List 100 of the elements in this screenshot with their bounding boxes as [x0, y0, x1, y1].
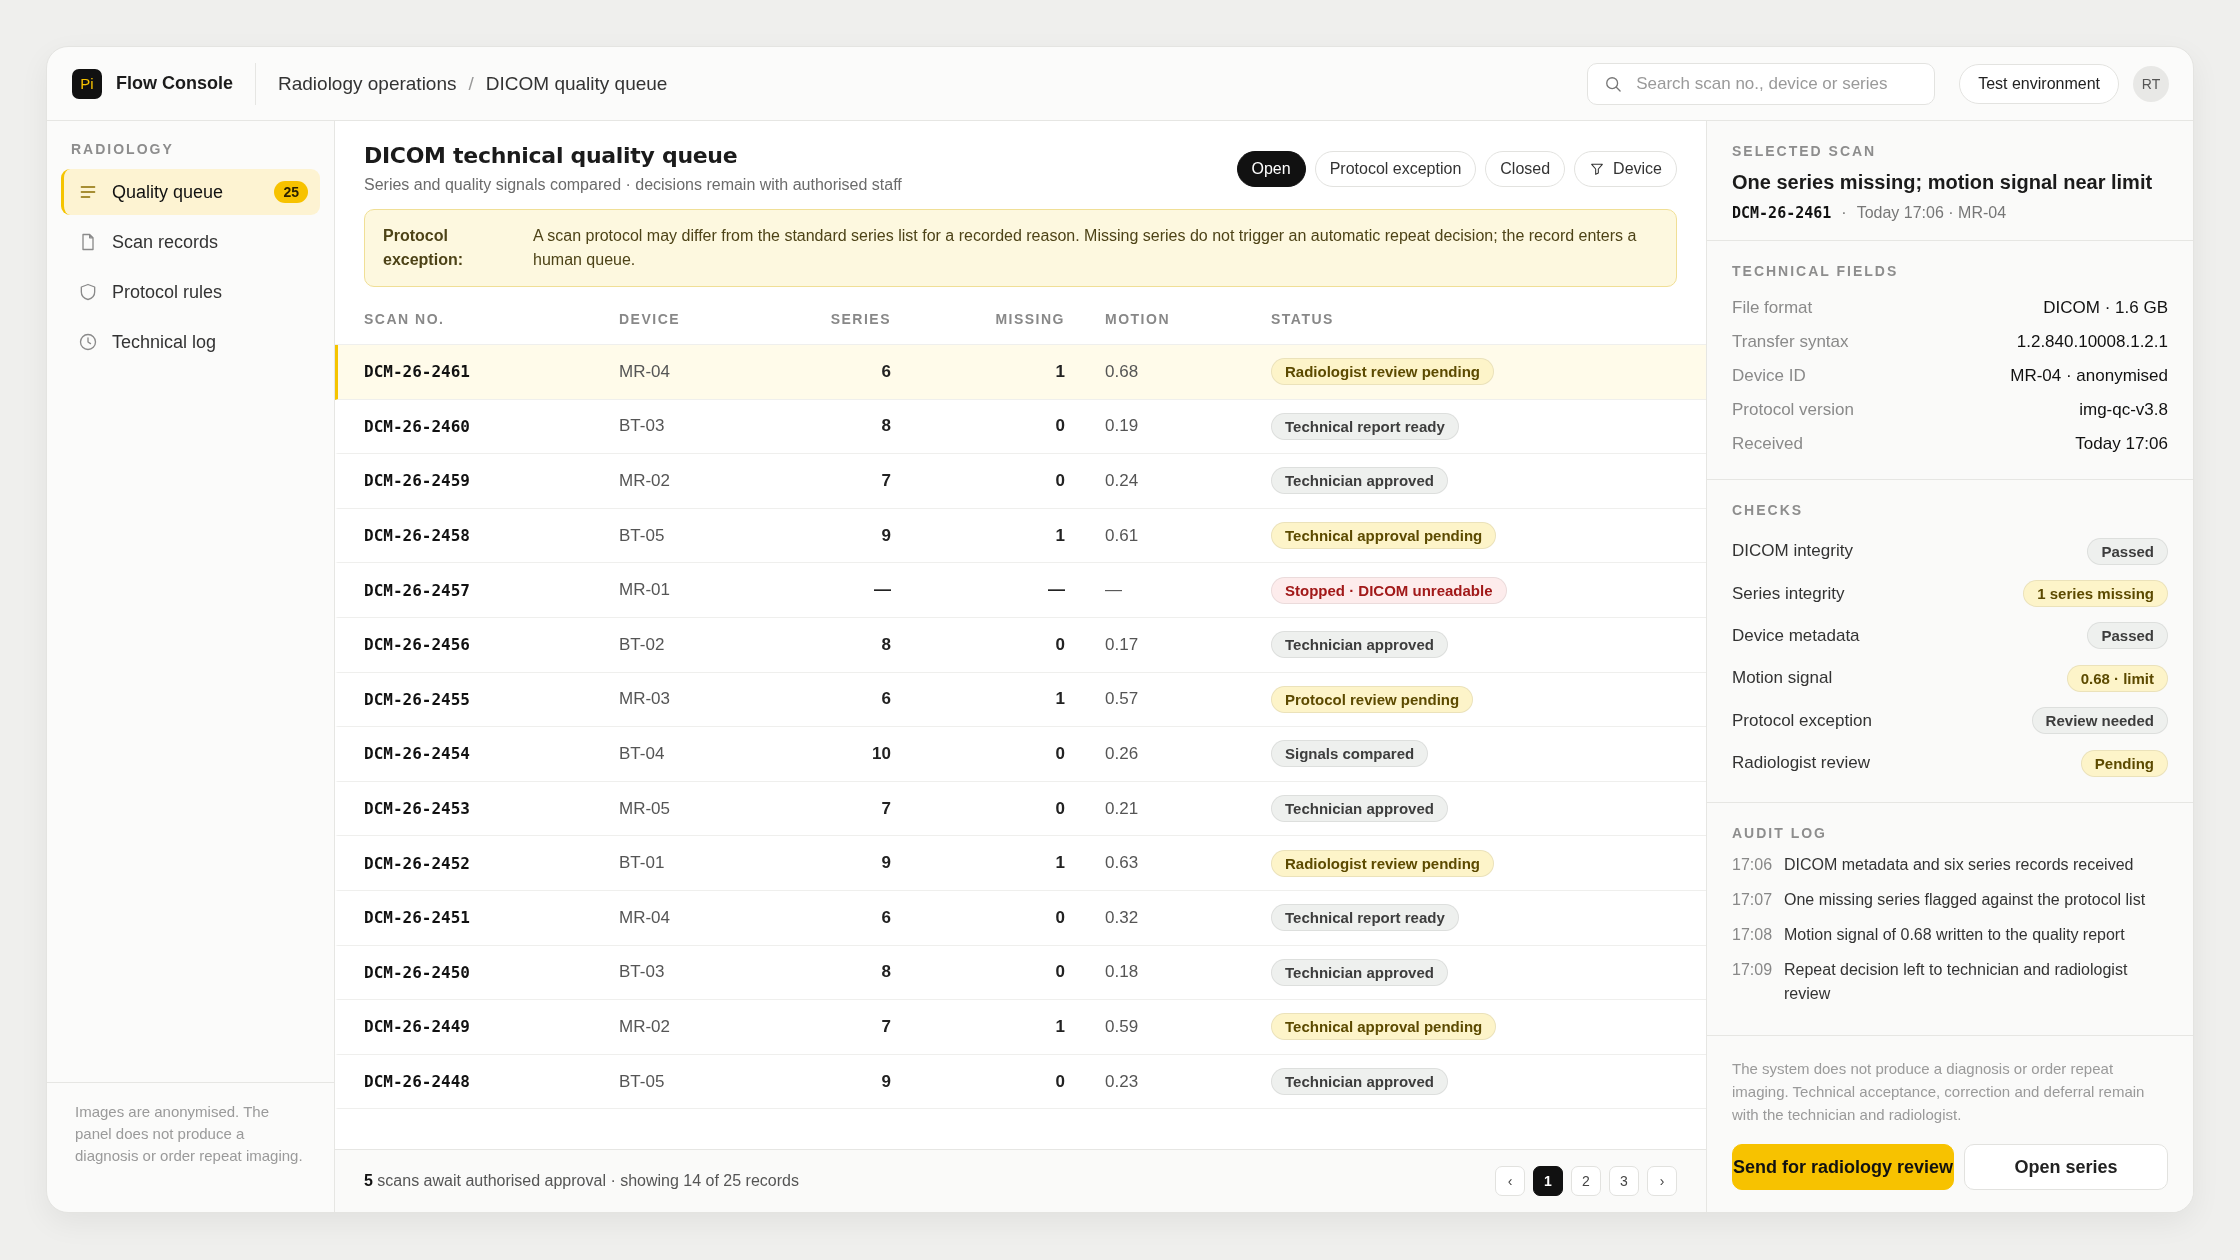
check-label: Motion signal: [1732, 668, 1833, 689]
meta-separator: ·: [1841, 204, 1847, 222]
field-label: Received: [1732, 434, 1803, 454]
field-value: img-qc-v3.8: [2079, 400, 2168, 420]
page-button[interactable]: 3: [1609, 1166, 1639, 1196]
page-subtitle: Series and quality signals compared · decisions remain with authorised staff: [364, 176, 903, 194]
table-cell-text: 0: [1054, 416, 1065, 437]
table-cell-text: DCM-26-2455: [364, 689, 471, 709]
check-status: 0.68 · limit: [2066, 664, 2168, 692]
table-row[interactable]: DCM-26-2451 MR-04 6 0 0.32 Technical report ready: [335, 890, 1706, 946]
table-cell-text: DCM-26-2450: [364, 962, 471, 982]
table-cell-text: BT-05: [619, 525, 666, 546]
nav-item[interactable]: Quality queue 25: [61, 169, 320, 215]
page-button[interactable]: 2: [1571, 1166, 1601, 1196]
table-cell-text: 0: [1054, 962, 1065, 983]
field-value: 1.2.840.10008.1.2.1: [2016, 332, 2168, 352]
table-cell-text: 0.61: [1104, 525, 1140, 546]
table-cell-text: MR-03: [619, 689, 671, 710]
table-cell-text: 0.21: [1104, 798, 1140, 819]
previous-page-button[interactable]: ‹: [1495, 1166, 1525, 1196]
check-status: Pending: [2080, 749, 2168, 777]
status-tag: Technician approved: [1271, 631, 1448, 659]
user-avatar[interactable]: RT: [2133, 65, 2169, 102]
field-value: MR-04 · anonymised: [2010, 366, 2168, 386]
table-row[interactable]: DCM-26-2450 BT-03 8 0 0.18 Technician approved: [335, 945, 1706, 1001]
table-cell-text: 1: [1054, 525, 1065, 546]
clock-icon: [78, 332, 98, 352]
table-cell-text: 0: [1054, 1071, 1065, 1092]
nav-item[interactable]: Technical log: [61, 319, 320, 365]
table-cell-text: MR-04: [619, 361, 671, 382]
breadcrumb-item[interactable]: Radiology operations: [278, 72, 457, 95]
page-button[interactable]: 1: [1533, 1166, 1563, 1196]
table-cell-text: —: [873, 580, 891, 601]
action-button[interactable]: Open series: [1964, 1144, 2168, 1190]
table-row[interactable]: DCM-26-2458 BT-05 9 1 0.61 Technical approval pending: [335, 508, 1706, 564]
table-row[interactable]: DCM-26-2456 BT-02 8 0 0.17 Technician approved: [335, 617, 1706, 673]
table-row[interactable]: DCM-26-2461 MR-04 6 1 0.68 Radiologist review pending: [335, 345, 1706, 400]
table-row[interactable]: DCM-26-2460 BT-03 8 0 0.19 Technical report ready: [335, 399, 1706, 455]
table-cell-text: 0.17: [1104, 634, 1140, 655]
table-row[interactable]: DCM-26-2455 MR-03 6 1 0.57 Protocol review pending: [335, 672, 1706, 728]
section-heading: SELECTED SCAN: [1732, 143, 1878, 159]
table-row[interactable]: DCM-26-2448 BT-05 9 0 0.23 Technician approved: [335, 1054, 1706, 1110]
table-row[interactable]: DCM-26-2453 MR-05 7 0 0.21 Technician approved: [335, 781, 1706, 837]
table-cell-text: 8: [880, 416, 891, 437]
check-status: Passed: [2087, 537, 2168, 565]
table-cell-text: DCM-26-2458: [364, 526, 471, 546]
funnel-icon: [1589, 161, 1606, 177]
table-row[interactable]: DCM-26-2459 MR-02 7 0 0.24 Technician approved: [335, 454, 1706, 509]
filter-chip[interactable]: Open: [1236, 151, 1306, 187]
filter-chip[interactable]: Device: [1574, 151, 1677, 187]
column-header: DEVICE: [619, 310, 682, 327]
table-row[interactable]: DCM-26-2454 BT-04 10 0 0.26 Signals compared: [335, 727, 1706, 782]
table-row[interactable]: DCM-26-2452 BT-01 9 1 0.63 Radiologist review pending: [335, 836, 1706, 891]
table-row[interactable]: DCM-26-2457 MR-01 — — — Stopped · DICOM unreadable: [335, 563, 1706, 618]
nav-item[interactable]: Protocol rules: [61, 269, 320, 315]
log-entry: One missing series flagged against the protocol list: [1784, 890, 2146, 911]
status-tag: Radiologist review pending: [1271, 849, 1495, 877]
field-label: Transfer syntax: [1732, 332, 1849, 352]
table-cell-text: BT-01: [619, 853, 666, 874]
section-heading: TECHNICAL FIELDS: [1732, 263, 1900, 279]
table-cell-text: BT-02: [619, 634, 666, 655]
field-value: Today 17:06: [2075, 434, 2168, 454]
table-cell-text: 9: [880, 853, 891, 874]
check-label: Device metadata: [1732, 625, 1860, 646]
next-page-button[interactable]: ›: [1647, 1166, 1677, 1196]
check-label: DICOM integrity: [1732, 541, 1853, 562]
table-cell-text: 0: [1054, 743, 1065, 764]
action-button[interactable]: Send for radiology review: [1732, 1144, 1955, 1190]
count-badge: 25: [274, 181, 308, 203]
filter-chip[interactable]: Closed: [1485, 151, 1566, 187]
table-cell-text: MR-04: [619, 907, 671, 928]
field-value: DICOM · 1.6 GB: [2043, 298, 2168, 318]
table-cell-text: 9: [880, 525, 891, 546]
table-cell-text: 0.18: [1104, 962, 1140, 983]
table-row[interactable]: DCM-26-2449 MR-02 7 1 0.59 Technical approval pending: [335, 1000, 1706, 1055]
table-cell-text: DCM-26-2460: [364, 416, 471, 436]
check-label: Series integrity: [1732, 583, 1845, 604]
table-cell-text: DCM-26-2454: [364, 744, 471, 764]
status-tag: Stopped · DICOM unreadable: [1271, 576, 1507, 604]
log-time: 17:09: [1732, 960, 1770, 981]
table-cell-text: DCM-26-2459: [364, 471, 471, 491]
check-label: Protocol exception: [1732, 710, 1872, 731]
table-cell-text: BT-03: [619, 962, 666, 983]
table-cell-text: DCM-26-2451: [364, 908, 471, 928]
table-cell-text: BT-03: [619, 416, 666, 437]
table-cell-text: 8: [880, 962, 891, 983]
environment-button[interactable]: Test environment: [1959, 63, 2119, 104]
table-cell-text: 0.57: [1104, 689, 1140, 710]
search-field[interactable]: Search scan no., device or series: [1587, 62, 1936, 105]
table-cell-text: BT-05: [619, 1071, 666, 1092]
table-cell-text: DCM-26-2453: [364, 799, 471, 819]
table-cell-text: 1: [1054, 853, 1065, 874]
filter-chip[interactable]: Protocol exception: [1314, 151, 1477, 187]
nav-item[interactable]: Scan records: [61, 219, 320, 265]
column-header: MISSING: [994, 310, 1065, 327]
table-cell-text: 0.24: [1104, 471, 1140, 491]
table-cell-text: 0.59: [1104, 1016, 1140, 1037]
records-summary: 5 scans await authorised approval · showing 14 of 25 records: [364, 1172, 800, 1190]
table-cell-text: DCM-26-2449: [364, 1017, 471, 1037]
app-logo: Pi: [72, 68, 102, 99]
